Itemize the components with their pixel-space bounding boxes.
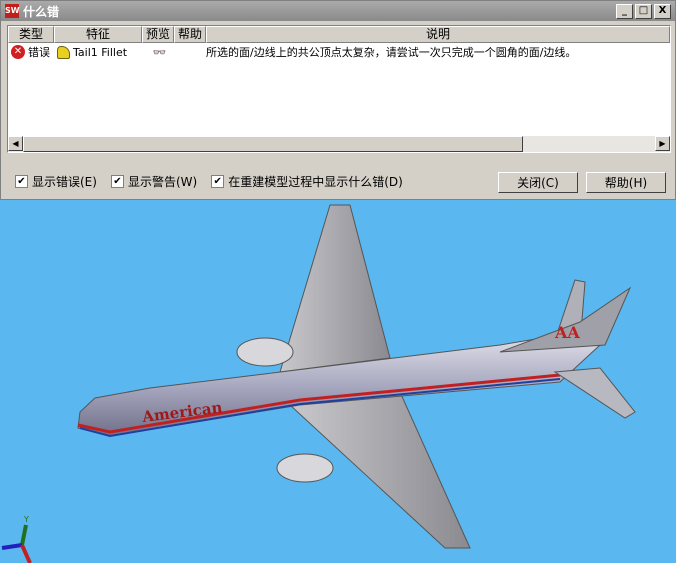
axis-triad: Y — [1, 515, 32, 563]
dialog-title: 什么错 — [23, 4, 60, 19]
error-list: 类型 特征 预览 帮助 说明 ✕ 错误 Tail1 Fillet 👓 所选的面/边… — [7, 25, 671, 153]
row-feature: Tail1 Fillet — [73, 45, 128, 59]
what-is-wrong-dialog: SW 什么错 _ □ X 类型 特征 预览 帮助 说明 ✕ 错误 Tail1 Fi… — [0, 0, 676, 200]
y-axis-label: Y — [23, 515, 29, 524]
scroll-thumb[interactable] — [23, 136, 523, 152]
airplane-model[interactable]: American AA — [77, 204, 636, 549]
col-description[interactable]: 说明 — [206, 26, 670, 43]
scroll-left-icon[interactable]: ◀ — [8, 136, 23, 151]
checkmark-icon: ✔ — [110, 175, 124, 188]
title-bar[interactable]: SW 什么错 _ □ X — [1, 1, 675, 21]
minimize-button[interactable]: _ — [616, 4, 633, 19]
upper-engine — [236, 337, 294, 367]
lower-engine — [276, 453, 334, 483]
row-type: 错误 — [28, 46, 50, 59]
checkmark-icon: ✔ — [211, 175, 225, 188]
fillet-feature-icon — [57, 45, 70, 59]
show-warnings-label: 显示警告(W) — [127, 175, 198, 189]
col-type[interactable]: 类型 — [8, 26, 54, 43]
table-row[interactable]: ✕ 错误 Tail1 Fillet 👓 所选的面/边线上的共公顶点太复杂，请尝试一… — [8, 43, 670, 61]
col-preview[interactable]: 预览 — [142, 26, 174, 43]
show-during-rebuild-label: 在重建模型过程中显示什么错(D) — [228, 175, 403, 189]
help-button[interactable]: 帮助(H) — [586, 172, 666, 193]
maximize-button[interactable]: □ — [635, 4, 652, 19]
upper-wing — [279, 204, 391, 373]
show-during-rebuild-checkbox[interactable]: ✔ 在重建模型过程中显示什么错(D) — [211, 173, 403, 190]
show-errors-label: 显示错误(E) — [32, 175, 97, 189]
graphics-viewport[interactable]: American AA Y — [0, 200, 676, 563]
error-icon: ✕ — [11, 45, 25, 59]
tail-logo: AA — [554, 323, 580, 342]
close-button[interactable]: 关闭(C) — [498, 172, 578, 193]
solidworks-logo-icon: SW — [5, 4, 20, 18]
close-window-button[interactable]: X — [654, 4, 671, 19]
horizontal-scrollbar[interactable]: ◀ ▶ — [8, 136, 670, 152]
col-feature[interactable]: 特征 — [54, 26, 142, 43]
right-stabilizer — [553, 367, 636, 419]
scroll-right-icon[interactable]: ▶ — [655, 136, 670, 151]
checkmark-icon: ✔ — [15, 175, 28, 188]
show-errors-checkbox[interactable]: ✔ 显示错误(E) — [15, 173, 97, 190]
col-help[interactable]: 帮助 — [174, 26, 206, 43]
row-description: 所选的面/边线上的共公顶点太复杂，请尝试一次只完成一个圆角的面/边线。 — [206, 46, 577, 59]
preview-glasses-icon[interactable]: 👓 — [153, 46, 167, 59]
show-warnings-checkbox[interactable]: ✔ 显示警告(W) — [110, 173, 198, 190]
